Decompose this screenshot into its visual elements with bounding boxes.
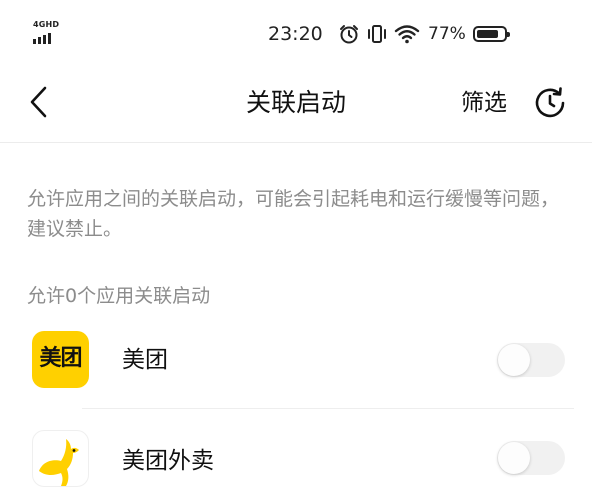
network-type-label: 4GHD [33,20,60,29]
filter-button[interactable]: 筛选 [461,86,507,120]
history-clock-icon [535,87,565,118]
app-name: 美团 [122,347,168,373]
meituan-app-icon: 美团 [32,331,89,388]
list-item-meituan-waimai[interactable]: 美团外卖 [0,414,592,504]
header-divider [0,142,592,143]
kangaroo-app-icon [32,430,89,487]
alarm-icon [340,25,358,44]
signal-bars-icon [33,33,51,44]
meituan-toggle[interactable] [497,343,565,377]
status-time: 23:20 [268,23,323,45]
battery-percent: 77% [428,24,466,44]
row-divider [82,408,574,409]
header: 关联启动 筛选 [0,68,592,142]
wifi-icon [394,25,420,44]
meituan-waimai-toggle[interactable] [497,441,565,475]
status-bar: 4GHD 23:20 77% [0,0,592,68]
app-name: 美团外卖 [122,448,214,474]
status-icons: 77% [338,22,510,46]
vibrate-icon [368,25,386,43]
toggle-knob [498,442,530,474]
description-text: 允许应用之间的关联启动，可能会引起耗电和运行缓慢等问题，建议禁止。 [27,188,560,240]
toggle-knob [498,344,530,376]
list-item-meituan[interactable]: 美团 美团 [0,316,592,406]
history-button[interactable] [532,85,568,121]
kangaroo-logo-icon [39,439,79,486]
battery-icon [472,26,510,42]
cellular-signal: 4GHD [33,20,63,44]
allowed-count-label: 允许0个应用关联启动 [27,285,211,307]
meituan-logo-text: 美团 [39,346,82,371]
